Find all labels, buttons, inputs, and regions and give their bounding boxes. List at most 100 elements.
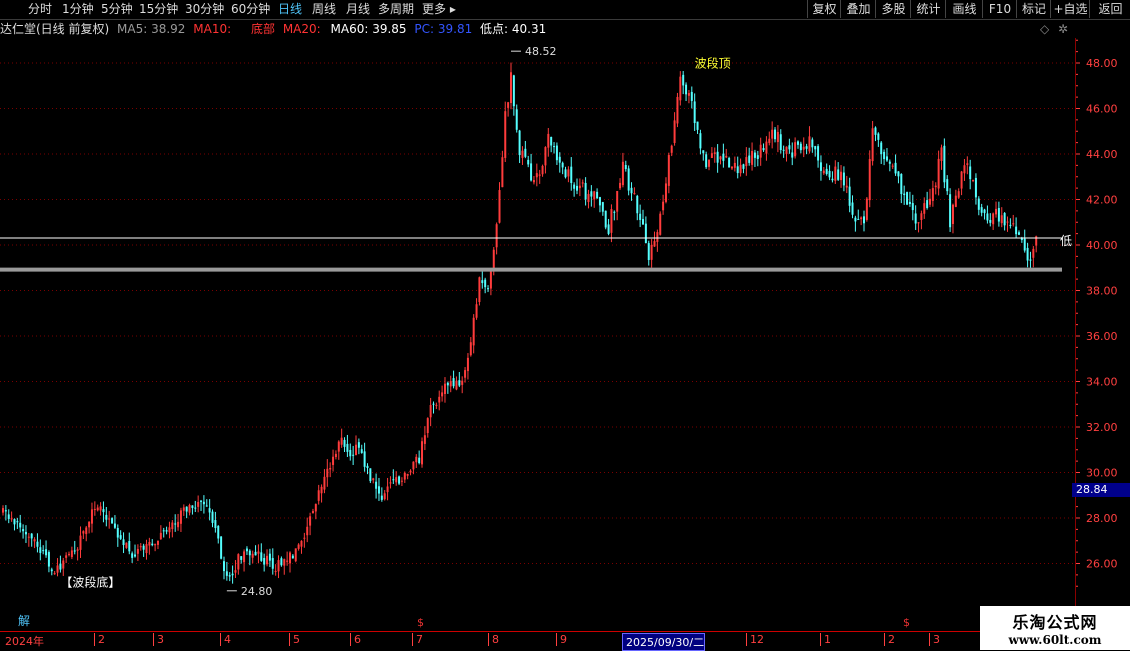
candle-body	[139, 546, 142, 548]
toolbar-button-5[interactable]: F10	[982, 0, 1017, 18]
candle-body	[791, 152, 794, 158]
candle-body	[573, 184, 576, 189]
candle-body	[776, 131, 779, 143]
candle-body	[607, 224, 610, 234]
toolbar-button-7[interactable]: +自选	[1050, 0, 1090, 18]
candle-body	[840, 171, 843, 181]
candle-body	[851, 202, 854, 215]
candle-body	[108, 518, 111, 520]
candle-body	[168, 527, 171, 533]
period-tab-8[interactable]: 月线	[346, 1, 370, 18]
candle-body	[334, 453, 337, 458]
candle-body	[501, 157, 504, 188]
candle-body	[443, 383, 446, 394]
candle-body	[406, 473, 409, 476]
period-tab-2[interactable]: 5分钟	[101, 1, 133, 18]
toolbar-button-0[interactable]: 复权	[807, 0, 841, 18]
candle-body	[478, 277, 481, 303]
candle-body	[745, 157, 748, 167]
candle-body	[208, 508, 211, 513]
candle-body	[357, 442, 360, 448]
candle-body	[343, 439, 346, 447]
candle-body	[409, 470, 412, 473]
gear-icon[interactable]: ✲	[1058, 22, 1068, 36]
unlock-icon[interactable]: 解	[18, 612, 30, 629]
candle-body	[16, 521, 19, 523]
period-tab-5[interactable]: 60分钟	[231, 1, 270, 18]
candle-body	[421, 441, 424, 465]
candle-body	[908, 201, 911, 204]
candle-body	[929, 198, 932, 205]
toolbar-button-2[interactable]: 多股	[875, 0, 911, 18]
low-mark-label: 低	[1060, 234, 1072, 248]
candle-body	[309, 516, 312, 526]
candle-body	[636, 195, 639, 214]
candle-body	[659, 213, 662, 235]
candle-body	[931, 188, 934, 201]
candle-body	[532, 180, 535, 183]
candle-body	[191, 505, 194, 508]
candle-body	[845, 185, 848, 188]
candle-body	[997, 208, 1000, 222]
period-tab-9[interactable]: 多周期	[378, 1, 414, 18]
candle-body	[779, 134, 782, 150]
candle-body	[389, 482, 392, 484]
candle-body	[518, 130, 521, 156]
candle-body	[995, 208, 998, 215]
candle-body	[555, 145, 558, 161]
candle-body	[182, 507, 185, 511]
candle-body	[73, 550, 76, 552]
candle-body	[1006, 221, 1009, 223]
candle-body	[627, 168, 630, 191]
candle-body	[805, 146, 808, 149]
candle-body	[294, 548, 297, 562]
candle-body	[865, 198, 868, 220]
candle-body	[19, 522, 22, 528]
toolbar-button-4[interactable]: 画线	[945, 0, 983, 18]
toolbar-button-3[interactable]: 统计	[910, 0, 946, 18]
candle-body	[774, 129, 777, 140]
candle-body	[22, 529, 25, 532]
candle-body	[860, 217, 863, 220]
candle-body	[819, 162, 822, 171]
candle-body	[42, 550, 45, 552]
candle-body	[610, 209, 613, 233]
candle-body	[639, 213, 642, 220]
period-tab-4[interactable]: 30分钟	[185, 1, 224, 18]
candle-body	[837, 169, 840, 180]
candle-body	[171, 522, 174, 530]
candle-body	[366, 465, 369, 469]
candle-body	[906, 192, 909, 205]
candle-body	[13, 519, 16, 525]
candle-body	[1026, 247, 1029, 261]
period-tab-10[interactable]: 更多 ▸	[422, 1, 456, 18]
toolbar-button-1[interactable]: 叠加	[840, 0, 876, 18]
candle-body	[268, 553, 271, 561]
candlestick-chart[interactable]: 48.0046.0044.0042.0040.0038.0036.0034.00…	[0, 38, 1130, 631]
period-tab-7[interactable]: 周线	[312, 1, 336, 18]
candle-body	[263, 558, 266, 565]
candle-body	[125, 542, 128, 548]
candle-body	[266, 555, 269, 565]
candle-body	[105, 514, 108, 520]
candle-body	[900, 173, 903, 195]
candle-body	[713, 152, 716, 155]
candle-body	[538, 174, 541, 176]
x-tick-label: 8	[488, 633, 499, 646]
period-tab-3[interactable]: 15分钟	[139, 1, 178, 18]
candle-body	[673, 120, 676, 143]
candle-body	[848, 186, 851, 206]
toolbar-button-6[interactable]: 标记	[1016, 0, 1051, 18]
diamond-icon[interactable]: ◇	[1040, 22, 1049, 36]
period-tab-0[interactable]: 分时	[28, 1, 52, 18]
toolbar-button-8[interactable]: 返回	[1089, 0, 1130, 18]
period-tab-1[interactable]: 1分钟	[62, 1, 94, 18]
candle-body	[162, 530, 165, 532]
candle-body	[687, 93, 690, 96]
candle-body	[303, 537, 306, 539]
candle-body	[220, 536, 223, 559]
candle-body	[742, 164, 745, 169]
period-tab-6[interactable]: 日线	[278, 1, 302, 18]
candle-body	[728, 157, 731, 168]
candle-body	[926, 200, 929, 208]
